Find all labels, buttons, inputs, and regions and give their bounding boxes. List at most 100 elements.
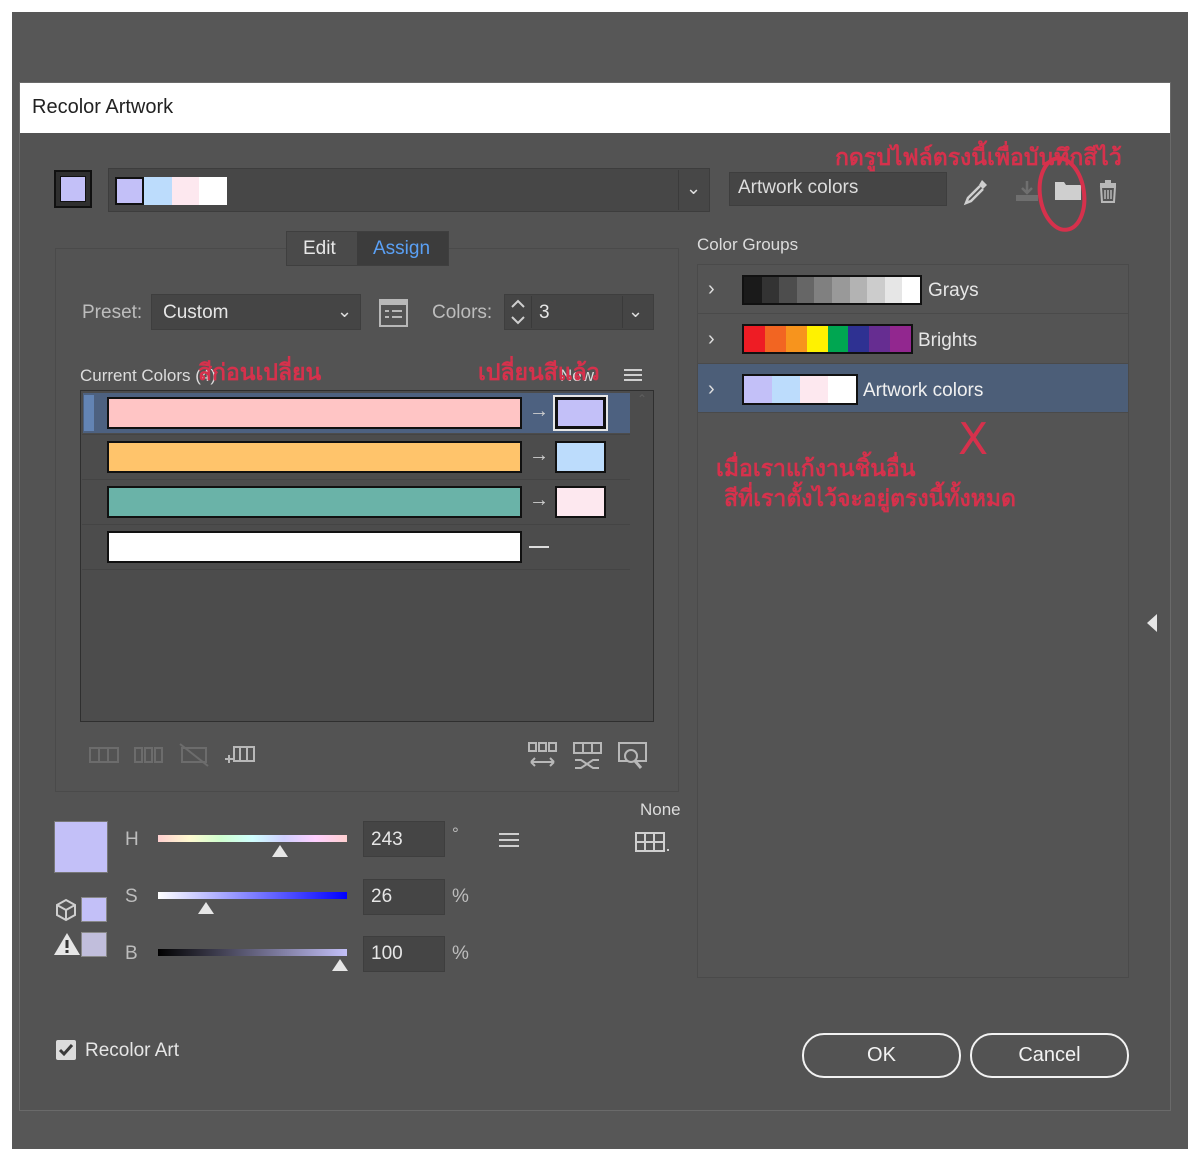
group-swatch[interactable] [800,376,828,403]
separate-colors-icon[interactable] [133,744,165,766]
trash-icon[interactable] [1097,178,1119,204]
group-name-brights: Brights [918,330,978,351]
active-color-swatch[interactable] [54,170,92,208]
tab-edit[interactable]: Edit [303,238,336,260]
annotation-before: สีก่อนเปลี่ยน [198,360,322,386]
current-color-bar[interactable] [107,441,522,473]
hue-slider-track[interactable] [158,835,347,842]
h-unit: ° [452,824,459,843]
group-swatch[interactable] [761,277,780,303]
group-swatch[interactable] [902,277,920,303]
new-row-icon[interactable] [222,742,256,768]
brights-swatch-strip [742,324,913,354]
eyedropper-icon[interactable] [962,176,990,206]
out-of-web-gamut-icon[interactable] [54,898,78,922]
b-value: 100 [371,943,403,964]
group-swatch[interactable] [890,326,911,352]
group-swatch[interactable] [772,376,800,403]
color-reduction-options-icon[interactable] [378,297,410,329]
grays-swatch-strip [742,275,922,305]
brightness-slider-track[interactable] [158,949,347,956]
s-value: 26 [371,886,393,907]
group-swatch[interactable] [806,326,828,352]
panel-collapse-icon[interactable] [1144,612,1160,634]
strip-swatch[interactable] [115,177,144,205]
stepper-divider [531,296,532,328]
scroll-up-icon[interactable]: ⌃ [633,392,651,406]
group-name-grays: Grays [928,280,979,301]
new-color-swatch[interactable] [555,441,606,473]
group-swatch[interactable] [764,326,786,352]
preset-value: Custom [163,302,229,323]
group-swatch[interactable] [884,277,903,303]
chevron-right-icon[interactable]: › [708,378,715,401]
group-swatch[interactable] [796,277,815,303]
h-value: 243 [371,829,403,850]
no-mapping-dash [529,546,549,548]
active-color-fill [60,176,86,202]
ok-button[interactable]: OK [802,1033,961,1078]
web-safe-swatch[interactable] [81,897,107,922]
hue-slider-thumb[interactable] [272,845,289,857]
arrow-right-icon[interactable]: → [529,400,549,423]
exclude-colors-icon[interactable] [178,742,210,768]
warning-icon[interactable] [53,931,81,957]
strip-swatch[interactable] [199,177,227,205]
group-swatch[interactable] [744,376,772,403]
row-handle[interactable] [84,395,94,431]
table-scrollbar[interactable]: ⌃ [633,392,651,720]
group-swatch[interactable] [744,326,765,352]
strip-swatch[interactable] [144,177,172,205]
s-unit: % [452,886,469,907]
cancel-button[interactable]: Cancel [970,1033,1129,1078]
new-color-swatch[interactable] [555,486,606,518]
find-in-artwork-icon[interactable] [616,740,650,772]
group-swatch[interactable] [827,326,849,352]
arrow-right-icon[interactable]: → [529,489,549,512]
stepper-arrows-icon[interactable] [508,296,528,328]
random-saturation-icon[interactable] [571,740,605,772]
strip-swatch[interactable] [172,177,199,205]
grid-icon[interactable] [634,830,672,856]
group-swatch[interactable] [744,277,762,303]
current-color-bar[interactable] [107,397,522,429]
new-color-swatch[interactable] [555,397,606,429]
arrow-right-icon[interactable]: → [529,444,549,467]
group-swatch[interactable] [831,277,850,303]
group-swatch[interactable] [849,277,868,303]
tab-assign[interactable]: Assign [373,238,430,260]
chevron-right-icon[interactable]: › [708,328,715,351]
row-divider [82,569,630,570]
brightness-slider-thumb[interactable] [332,959,348,971]
saturation-slider-thumb[interactable] [198,902,215,914]
gamut-swatch[interactable] [81,932,107,957]
checkmark-icon [58,1044,74,1057]
chevron-down-icon[interactable]: ⌄ [686,178,701,199]
group-swatch[interactable] [869,326,891,352]
current-color-bar[interactable] [107,486,522,518]
chevron-down-icon[interactable]: ⌄ [337,301,352,322]
menu-icon[interactable] [622,366,644,384]
group-swatch[interactable] [785,326,807,352]
strip-swatches [115,177,227,205]
annotation-after: เปลี่ยนสีแล้ว [478,360,600,386]
menu-icon[interactable] [497,830,521,850]
current-color-bar[interactable] [107,531,522,563]
color-preview-swatch[interactable] [54,821,108,873]
b-unit: % [452,943,469,964]
chevron-down-icon[interactable]: ⌄ [628,301,643,322]
chevron-right-icon[interactable]: › [708,278,715,301]
group-swatch[interactable] [848,326,870,352]
recolor-art-checkbox[interactable] [56,1040,76,1060]
merge-colors-icon[interactable] [88,744,120,766]
colors-label: Colors: [432,302,493,323]
group-swatch[interactable] [867,277,885,303]
none-label: None [640,800,681,819]
group-swatch[interactable] [828,376,856,403]
annotation-x-mark: X [958,414,989,465]
group-name-value: Artwork colors [738,177,859,198]
saturation-slider-track[interactable] [158,892,347,899]
group-swatch[interactable] [814,277,832,303]
group-swatch[interactable] [779,277,797,303]
random-order-icon[interactable] [526,740,560,772]
